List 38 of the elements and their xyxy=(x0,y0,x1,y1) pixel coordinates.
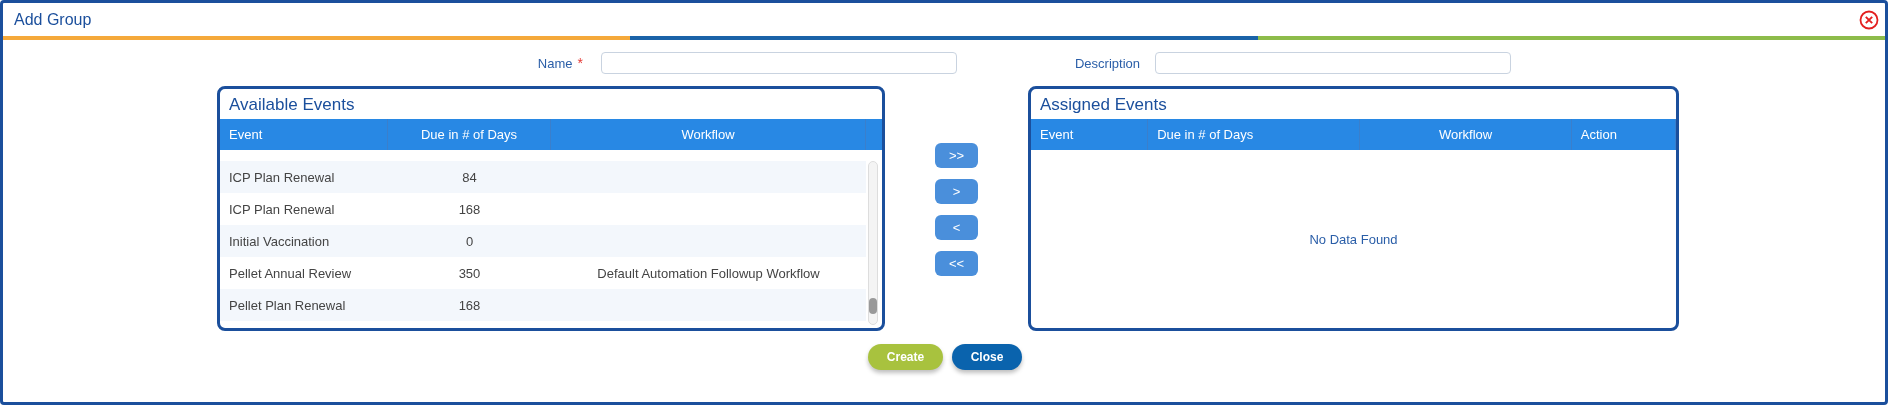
column-header[interactable]: Event xyxy=(1031,119,1149,150)
transfer-button[interactable]: >> xyxy=(935,143,978,168)
close-icon[interactable] xyxy=(1859,9,1879,30)
table-row[interactable]: Pellet Plan Renewal 168 xyxy=(220,289,866,321)
name-field[interactable] xyxy=(601,52,957,74)
column-header[interactable]: Action xyxy=(1571,119,1676,150)
empty-message: No Data Found xyxy=(1309,231,1398,247)
description-field[interactable] xyxy=(1155,52,1511,74)
table-cell-text: Default Automation Followup Workflow xyxy=(596,264,821,283)
panel-title: Assigned Events xyxy=(1039,94,1168,116)
column-header[interactable]: Event xyxy=(220,119,388,150)
column-header[interactable]: Workflow xyxy=(551,119,866,150)
scrollbar[interactable] xyxy=(868,161,878,325)
table-cell-text: 350 xyxy=(457,264,482,283)
description-label: Description xyxy=(1074,55,1140,71)
transfer-button[interactable]: << xyxy=(935,251,978,276)
table-cell-text: Initial Vaccination xyxy=(228,232,331,251)
table-cell-text: Pellet Annual Review xyxy=(228,264,353,283)
table-cell-text: 168 xyxy=(457,200,482,219)
name-label: Name xyxy=(537,55,573,71)
table-cell-text: 0 xyxy=(464,232,475,251)
create-button[interactable]: Create xyxy=(868,344,943,370)
column-header[interactable]: Due in # of Days xyxy=(1148,119,1361,150)
table-row[interactable]: Initial Vaccination 0 xyxy=(220,225,866,257)
transfer-button[interactable]: < xyxy=(935,215,978,240)
column-header[interactable]: Due in # of Days xyxy=(388,119,551,150)
close-button[interactable]: Close xyxy=(952,344,1022,370)
required-mark: * xyxy=(577,55,583,71)
window-title: Add Group xyxy=(14,10,92,29)
table-cell-text: ICP Plan Renewal xyxy=(228,200,336,219)
transfer-button[interactable]: > xyxy=(935,179,978,204)
table-cell-text: Pellet Plan Renewal xyxy=(228,296,347,315)
column-header[interactable]: Workflow xyxy=(1360,119,1572,150)
table-cell-text: ICP Plan Renewal xyxy=(228,168,336,187)
table-cell-text: 168 xyxy=(457,296,482,315)
table-cell-text: 84 xyxy=(461,168,478,187)
table-row[interactable]: ICP Plan Renewal 84 xyxy=(220,161,866,193)
panel-title: Available Events xyxy=(228,94,356,116)
